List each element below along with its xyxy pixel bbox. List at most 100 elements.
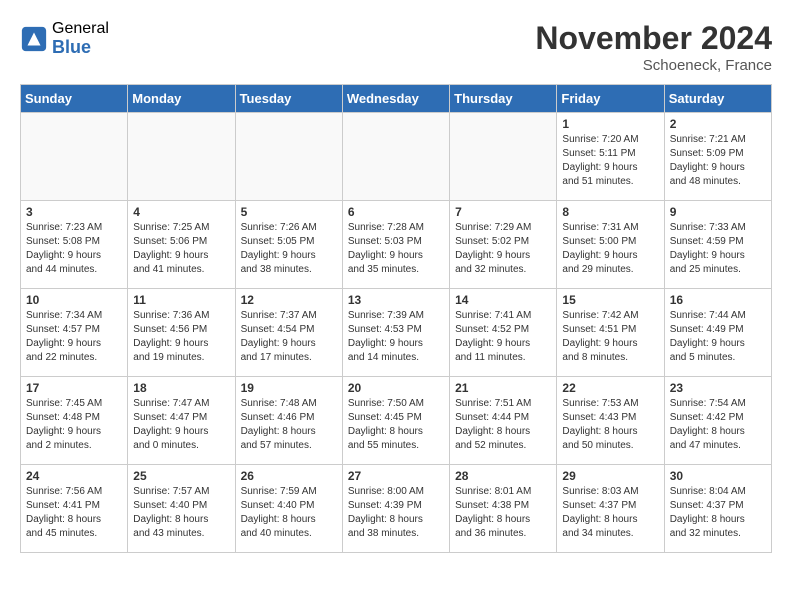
day-info: Sunrise: 7:48 AM Sunset: 4:46 PM Dayligh… [241, 397, 337, 453]
day-number: 19 [241, 381, 337, 395]
day-cell: 22 Sunrise: 7:53 AM Sunset: 4:43 PM Dayli… [557, 377, 664, 465]
header-row: SundayMondayTuesdayWednesdayThursdayFrid… [21, 85, 772, 113]
week-row-2: 3 Sunrise: 7:23 AM Sunset: 5:08 PM Daylig… [21, 201, 772, 289]
day-cell: 21 Sunrise: 7:51 AM Sunset: 4:44 PM Dayli… [450, 377, 557, 465]
day-cell: 23Sunrise: 7:54 AM Sunset: 4:42 PM Dayli… [664, 377, 771, 465]
day-number: 21 [455, 381, 551, 395]
week-row-3: 10 Sunrise: 7:34 AM Sunset: 4:57 PM Dayli… [21, 289, 772, 377]
day-number: 2 [670, 117, 766, 131]
day-info: Sunrise: 7:41 AM Sunset: 4:52 PM Dayligh… [455, 309, 551, 365]
day-number: 24 [26, 469, 122, 483]
day-info: Sunrise: 7:20 AM Sunset: 5:11 PM Dayligh… [562, 133, 658, 189]
day-number: 3 [26, 205, 122, 219]
day-info: Sunrise: 7:39 AM Sunset: 4:53 PM Dayligh… [348, 309, 444, 365]
day-cell: 25 Sunrise: 7:57 AM Sunset: 4:40 PM Dayli… [128, 465, 235, 553]
col-header-sunday: Sunday [21, 85, 128, 113]
calendar-table: SundayMondayTuesdayWednesdayThursdayFrid… [20, 84, 772, 553]
day-cell: 24 Sunrise: 7:56 AM Sunset: 4:41 PM Dayli… [21, 465, 128, 553]
month-title: November 2024 [535, 20, 772, 57]
day-cell: 4 Sunrise: 7:25 AM Sunset: 5:06 PM Daylig… [128, 201, 235, 289]
col-header-tuesday: Tuesday [235, 85, 342, 113]
day-info: Sunrise: 7:57 AM Sunset: 4:40 PM Dayligh… [133, 485, 229, 541]
day-number: 5 [241, 205, 337, 219]
day-cell: 11 Sunrise: 7:36 AM Sunset: 4:56 PM Dayli… [128, 289, 235, 377]
day-cell [342, 113, 449, 201]
day-number: 6 [348, 205, 444, 219]
day-info: Sunrise: 7:45 AM Sunset: 4:48 PM Dayligh… [26, 397, 122, 453]
day-cell: 17 Sunrise: 7:45 AM Sunset: 4:48 PM Dayli… [21, 377, 128, 465]
day-cell: 26 Sunrise: 7:59 AM Sunset: 4:40 PM Dayli… [235, 465, 342, 553]
day-info: Sunrise: 7:36 AM Sunset: 4:56 PM Dayligh… [133, 309, 229, 365]
day-number: 25 [133, 469, 229, 483]
day-cell: 16 Sunrise: 7:44 AM Sunset: 4:49 PM Dayli… [664, 289, 771, 377]
day-info: Sunrise: 7:42 AM Sunset: 4:51 PM Dayligh… [562, 309, 658, 365]
day-number: 12 [241, 293, 337, 307]
day-number: 16 [670, 293, 766, 307]
day-number: 27 [348, 469, 444, 483]
day-info: Sunrise: 7:50 AM Sunset: 4:45 PM Dayligh… [348, 397, 444, 453]
day-number: 17 [26, 381, 122, 395]
col-header-saturday: Saturday [664, 85, 771, 113]
day-cell [235, 113, 342, 201]
day-info: Sunrise: 7:21 AM Sunset: 5:09 PM Dayligh… [670, 133, 766, 189]
day-info: Sunrise: 7:33 AM Sunset: 4:59 PM Dayligh… [670, 221, 766, 277]
day-info: Sunrise: 7:51 AM Sunset: 4:44 PM Dayligh… [455, 397, 551, 453]
day-cell: 2 Sunrise: 7:21 AM Sunset: 5:09 PM Daylig… [664, 113, 771, 201]
day-info: Sunrise: 7:31 AM Sunset: 5:00 PM Dayligh… [562, 221, 658, 277]
day-cell: 13 Sunrise: 7:39 AM Sunset: 4:53 PM Dayli… [342, 289, 449, 377]
day-cell: 10 Sunrise: 7:34 AM Sunset: 4:57 PM Dayli… [21, 289, 128, 377]
day-info: Sunrise: 7:34 AM Sunset: 4:57 PM Dayligh… [26, 309, 122, 365]
day-number: 26 [241, 469, 337, 483]
day-number: 23 [670, 381, 766, 395]
day-cell: 8 Sunrise: 7:31 AM Sunset: 5:00 PM Daylig… [557, 201, 664, 289]
day-number: 4 [133, 205, 229, 219]
day-number: 22 [562, 381, 658, 395]
day-info: Sunrise: 8:04 AM Sunset: 4:37 PM Dayligh… [670, 485, 766, 541]
day-cell: 9Sunrise: 7:33 AM Sunset: 4:59 PM Daylig… [664, 201, 771, 289]
day-info: Sunrise: 8:03 AM Sunset: 4:37 PM Dayligh… [562, 485, 658, 541]
day-info: Sunrise: 7:47 AM Sunset: 4:47 PM Dayligh… [133, 397, 229, 453]
day-info: Sunrise: 7:25 AM Sunset: 5:06 PM Dayligh… [133, 221, 229, 277]
col-header-friday: Friday [557, 85, 664, 113]
day-cell: 27Sunrise: 8:00 AM Sunset: 4:39 PM Dayli… [342, 465, 449, 553]
day-cell: 29 Sunrise: 8:03 AM Sunset: 4:37 PM Dayli… [557, 465, 664, 553]
col-header-monday: Monday [128, 85, 235, 113]
day-number: 28 [455, 469, 551, 483]
day-number: 20 [348, 381, 444, 395]
day-number: 8 [562, 205, 658, 219]
day-info: Sunrise: 7:26 AM Sunset: 5:05 PM Dayligh… [241, 221, 337, 277]
day-number: 7 [455, 205, 551, 219]
day-info: Sunrise: 7:23 AM Sunset: 5:08 PM Dayligh… [26, 221, 122, 277]
day-info: Sunrise: 7:29 AM Sunset: 5:02 PM Dayligh… [455, 221, 551, 277]
title-block: November 2024 Schoeneck, France [535, 20, 772, 74]
day-cell: 5 Sunrise: 7:26 AM Sunset: 5:05 PM Daylig… [235, 201, 342, 289]
day-cell: 30Sunrise: 8:04 AM Sunset: 4:37 PM Dayli… [664, 465, 771, 553]
day-info: Sunrise: 7:53 AM Sunset: 4:43 PM Dayligh… [562, 397, 658, 453]
logo: General Blue [20, 20, 109, 57]
day-number: 14 [455, 293, 551, 307]
day-number: 18 [133, 381, 229, 395]
day-cell: 14 Sunrise: 7:41 AM Sunset: 4:52 PM Dayli… [450, 289, 557, 377]
col-header-thursday: Thursday [450, 85, 557, 113]
day-cell: 28 Sunrise: 8:01 AM Sunset: 4:38 PM Dayli… [450, 465, 557, 553]
page-header: General Blue November 2024 Schoeneck, Fr… [20, 20, 772, 74]
day-cell: 19 Sunrise: 7:48 AM Sunset: 4:46 PM Dayli… [235, 377, 342, 465]
day-cell: 6Sunrise: 7:28 AM Sunset: 5:03 PM Daylig… [342, 201, 449, 289]
day-number: 11 [133, 293, 229, 307]
day-number: 13 [348, 293, 444, 307]
day-info: Sunrise: 7:59 AM Sunset: 4:40 PM Dayligh… [241, 485, 337, 541]
day-cell: 7 Sunrise: 7:29 AM Sunset: 5:02 PM Daylig… [450, 201, 557, 289]
day-info: Sunrise: 7:56 AM Sunset: 4:41 PM Dayligh… [26, 485, 122, 541]
day-number: 1 [562, 117, 658, 131]
day-info: Sunrise: 7:37 AM Sunset: 4:54 PM Dayligh… [241, 309, 337, 365]
day-info: Sunrise: 8:01 AM Sunset: 4:38 PM Dayligh… [455, 485, 551, 541]
day-cell [128, 113, 235, 201]
day-info: Sunrise: 7:44 AM Sunset: 4:49 PM Dayligh… [670, 309, 766, 365]
week-row-5: 24 Sunrise: 7:56 AM Sunset: 4:41 PM Dayli… [21, 465, 772, 553]
col-header-wednesday: Wednesday [342, 85, 449, 113]
day-cell: 1 Sunrise: 7:20 AM Sunset: 5:11 PM Daylig… [557, 113, 664, 201]
logo-icon [20, 25, 48, 53]
day-number: 10 [26, 293, 122, 307]
day-number: 29 [562, 469, 658, 483]
logo-general: General [52, 20, 109, 38]
